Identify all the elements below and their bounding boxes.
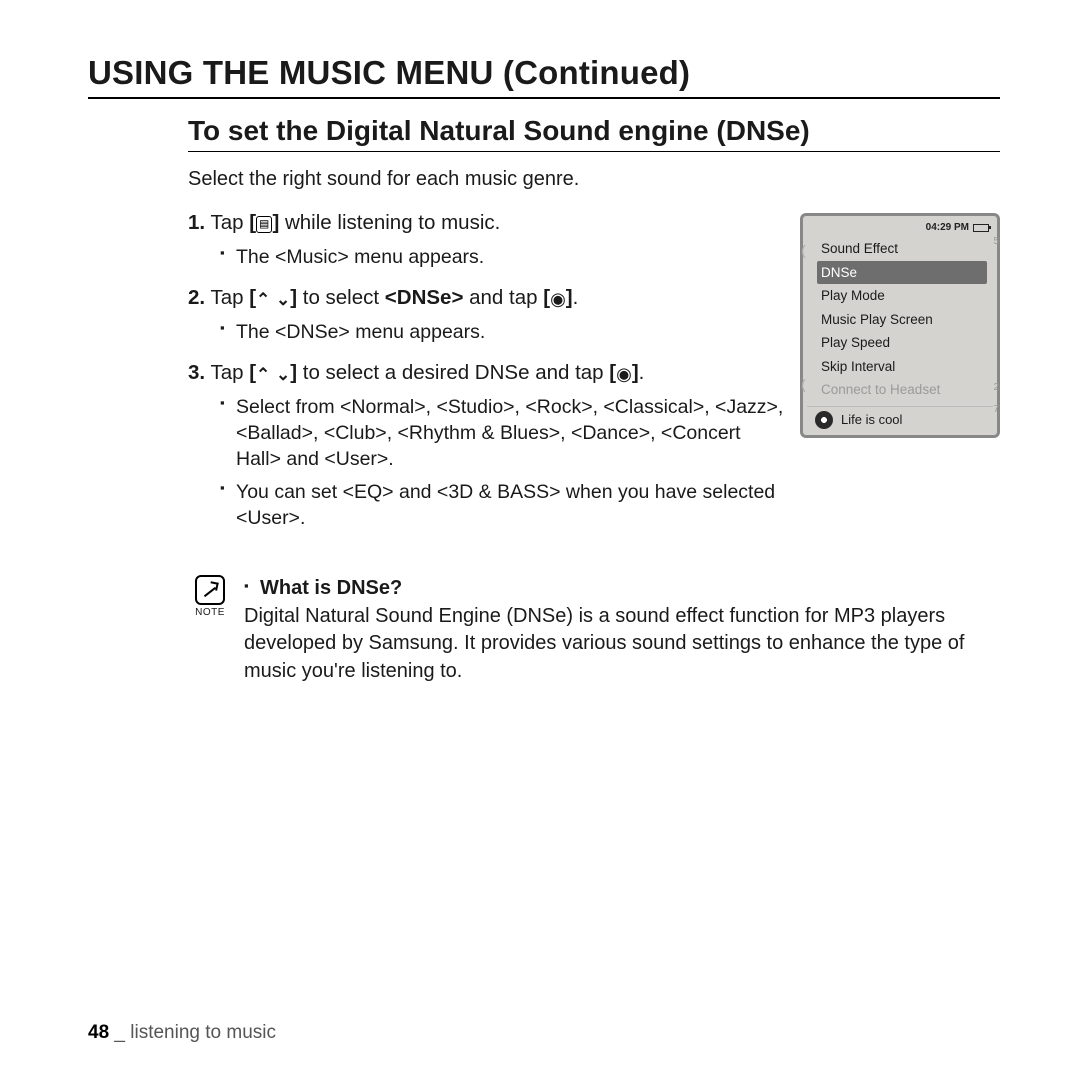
select-icon: ◉ [550, 289, 566, 309]
device-side-number: 5 [993, 236, 999, 247]
note-icon: NOTE [188, 575, 232, 618]
step-2-sub-1: The <DNSe> menu appears. [220, 319, 784, 345]
note-heading: What is DNSe? [244, 575, 1000, 603]
step-3: 3. Tap [⌃ ⌄] to select a desired DNSe an… [188, 359, 784, 531]
footer-separator: _ [109, 1022, 130, 1043]
device-now-playing: Life is cool [807, 406, 993, 431]
up-icon: ⌃ [256, 365, 270, 384]
section-title: To set the Digital Natural Sound engine … [188, 115, 1000, 152]
step-2-text-a: Tap [210, 286, 249, 309]
device-status-bar: 04:29 PM [807, 220, 993, 235]
step-2-text-b: to select [297, 286, 385, 309]
page-number: 48 [88, 1022, 109, 1043]
step-1-number: 1. [188, 211, 205, 234]
up-icon: ⌃ [256, 290, 270, 309]
device-now-playing-title: Life is cool [841, 412, 902, 427]
device-menu-item-selected: DNSe [817, 261, 987, 285]
step-3-sub-2: You can set <EQ> and <3D & BASS> when yo… [220, 479, 784, 532]
step-3-number: 3. [188, 361, 205, 384]
step-3-text-a: Tap [210, 361, 249, 384]
page-footer: 48 _ listening to music [88, 1022, 276, 1044]
footer-section: listening to music [130, 1022, 276, 1043]
device-menu-item: Skip Interval [817, 355, 987, 379]
down-icon: ⌄ [276, 365, 290, 384]
device-menu-item: Play Mode [817, 284, 987, 308]
battery-icon [973, 224, 989, 232]
step-3-text-b: to select a desired DNSe and tap [297, 361, 609, 384]
page-title: USING THE MUSIC MENU (Continued) [88, 54, 1000, 99]
step-2-number: 2. [188, 286, 205, 309]
step-2-bold: <DNSe> [385, 286, 464, 309]
bracket-open: [ [249, 286, 256, 309]
step-2-text-d: . [573, 286, 579, 309]
device-menu-item-disabled: Connect to Headset [817, 378, 987, 402]
device-side-number: 7 [993, 404, 999, 415]
note-body-text: Digital Natural Sound Engine (DNSe) is a… [244, 603, 1000, 686]
device-menu-item: Sound Effect [817, 237, 987, 261]
intro-text: Select the right sound for each music ge… [188, 168, 1000, 191]
step-1: 1. Tap [▤] while listening to music. The… [188, 209, 784, 270]
step-1-sub-1: The <Music> menu appears. [220, 244, 784, 270]
note-block: NOTE What is DNSe? Digital Natural Sound… [188, 575, 1000, 685]
device-side-number: 2 [993, 382, 999, 393]
step-2: 2. Tap [⌃ ⌄] to select <DNSe> and tap [◉… [188, 284, 784, 345]
menu-icon: ▤ [256, 216, 272, 233]
note-label: NOTE [195, 607, 225, 618]
device-screenshot: (( 5 2 7 04:29 PM Sound Effect DNSe Play… [800, 213, 1000, 438]
step-1-text-a: Tap [210, 211, 249, 234]
select-icon: ◉ [616, 364, 632, 384]
device-menu: Sound Effect DNSe Play Mode Music Play S… [817, 237, 987, 402]
step-2-text-c: and tap [463, 286, 543, 309]
pencil-icon [195, 575, 225, 605]
down-icon: ⌄ [276, 290, 290, 309]
device-time: 04:29 PM [926, 222, 969, 233]
steps-list: 1. Tap [▤] while listening to music. The… [188, 209, 784, 545]
step-3-sub-1: Select from <Normal>, <Studio>, <Rock>, … [220, 394, 784, 473]
device-menu-item: Music Play Screen [817, 308, 987, 332]
step-3-text-c: . [639, 361, 645, 384]
disc-icon [815, 411, 833, 429]
step-1-text-b: while listening to music. [279, 211, 500, 234]
device-menu-item: Play Speed [817, 331, 987, 355]
